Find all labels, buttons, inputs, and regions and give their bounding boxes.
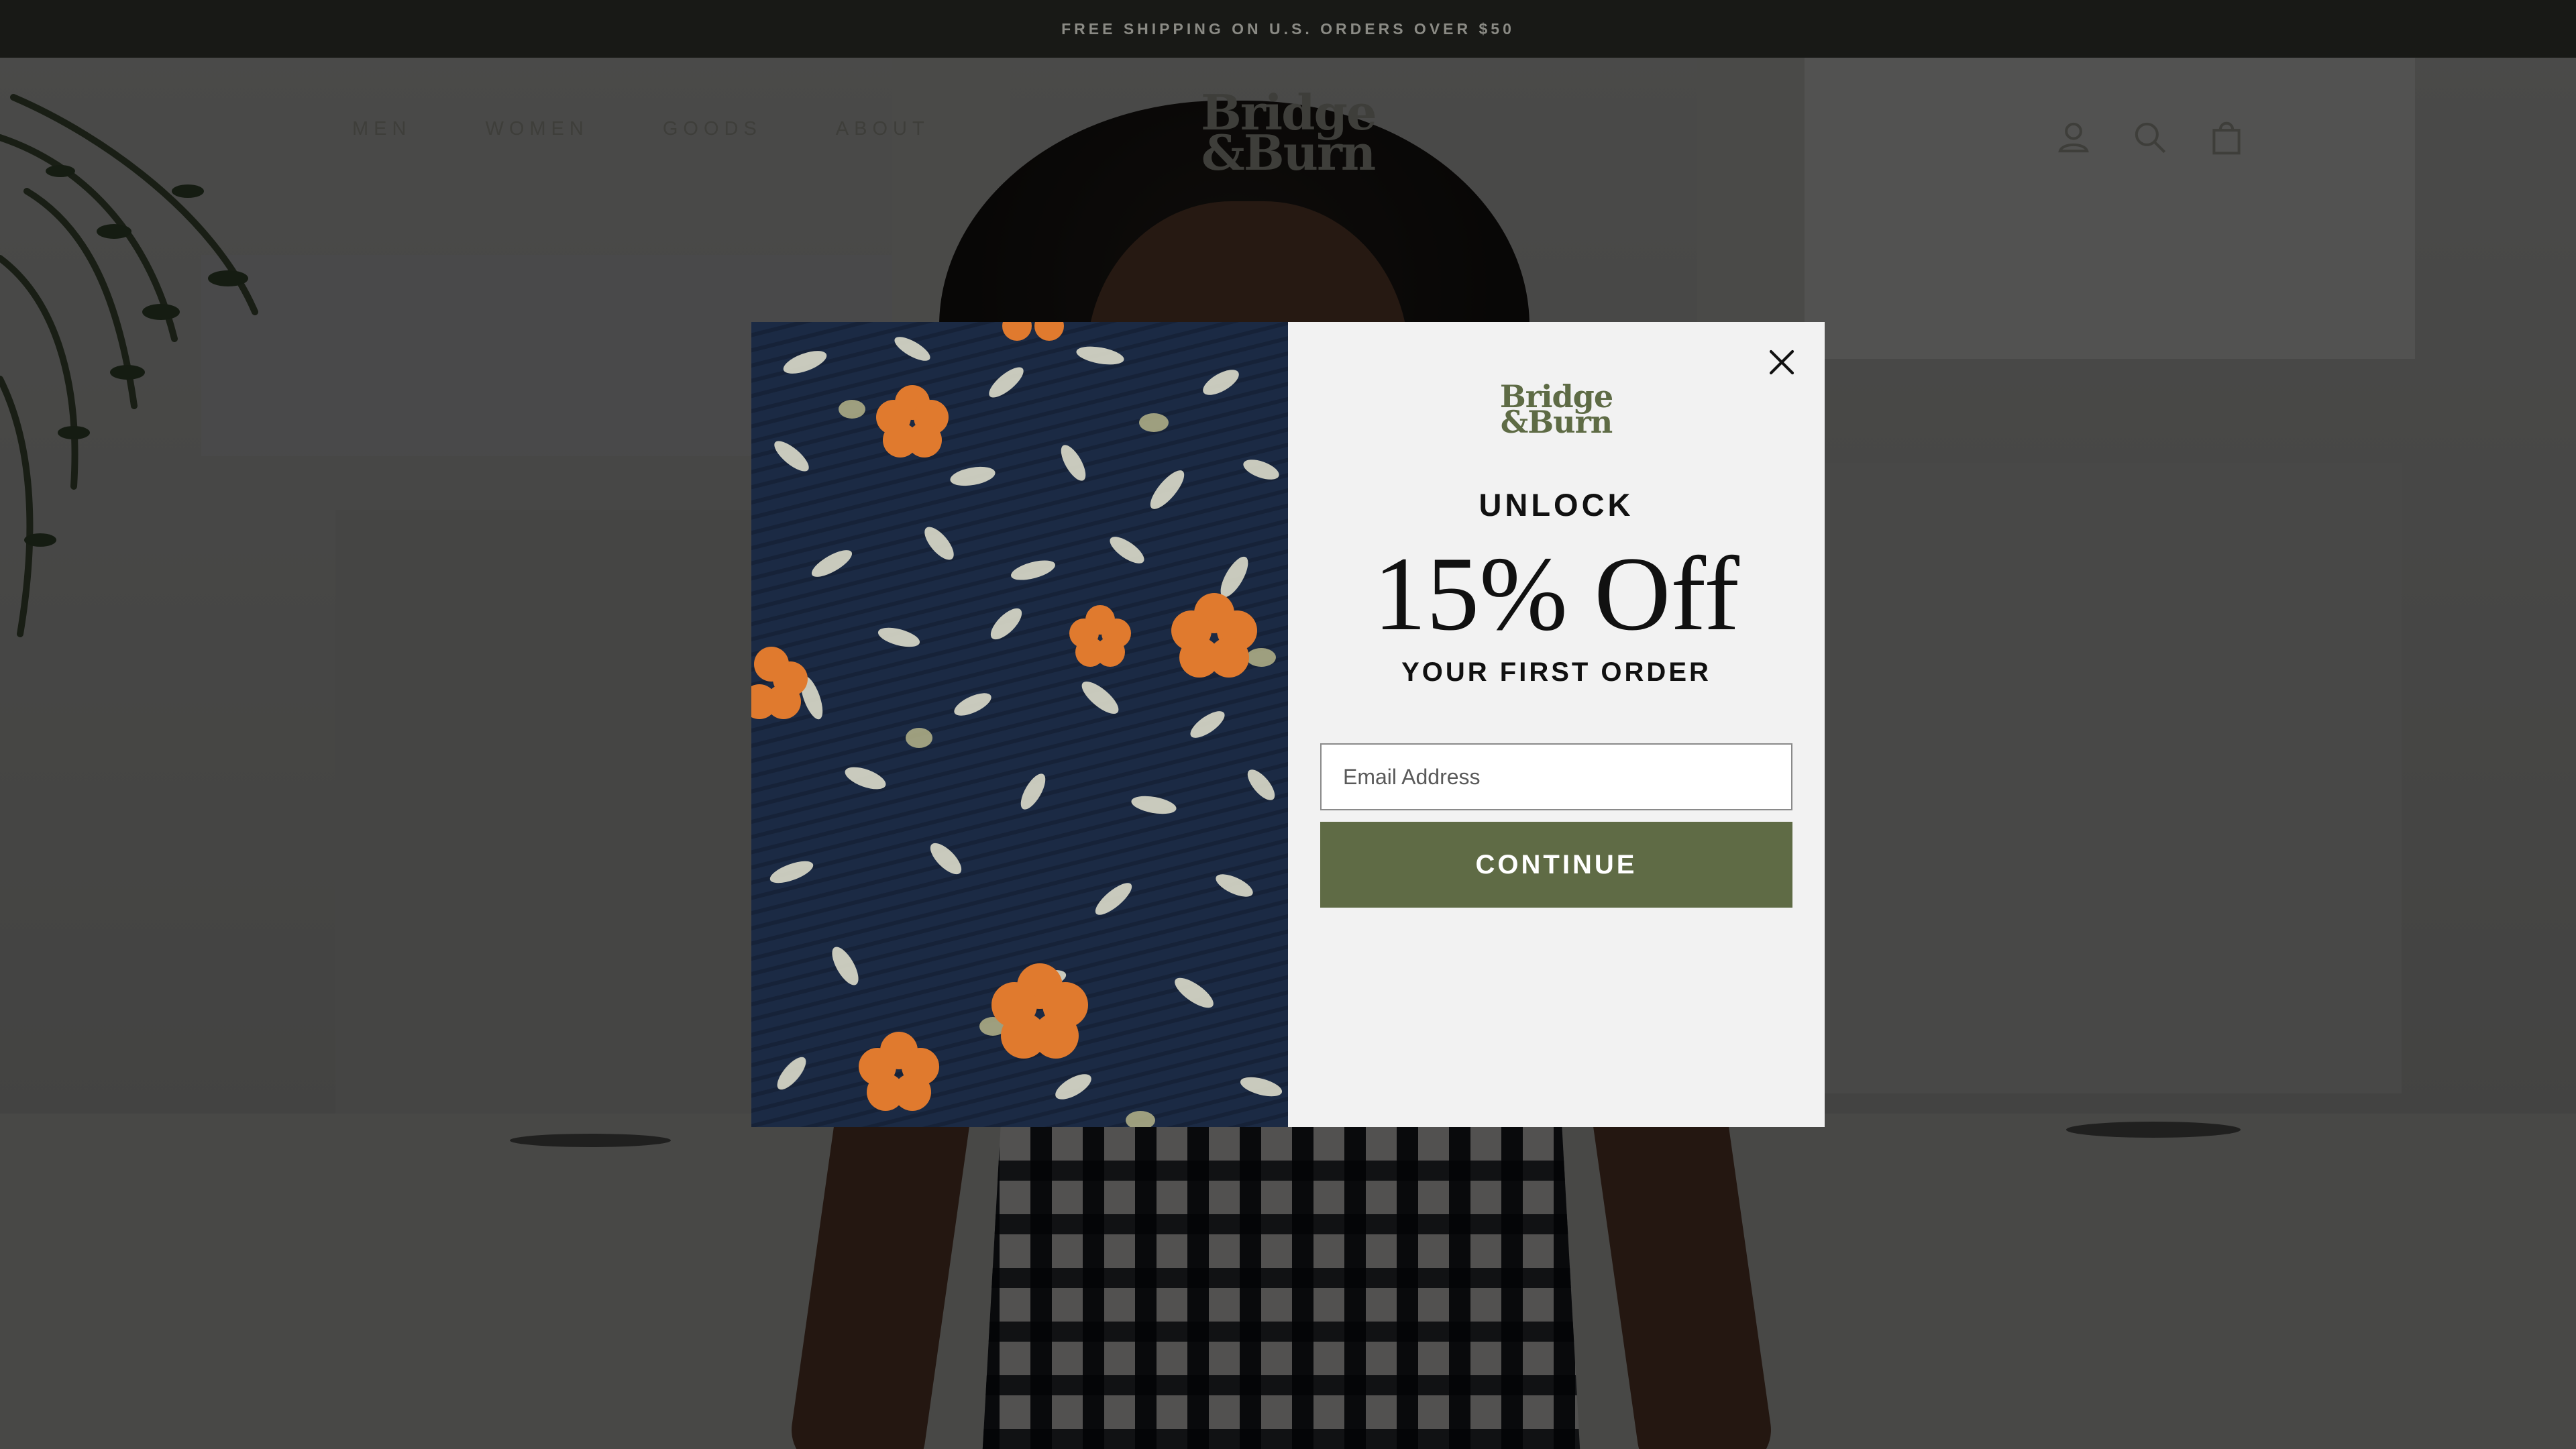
site-logo[interactable]: Bridge &Burn (1201, 89, 1377, 181)
account-icon[interactable] (2053, 117, 2094, 158)
headline-bottom: YOUR FIRST ORDER (1401, 657, 1711, 687)
popup-content: Bridge &Burn UNLOCK 15% Off YOUR FIRST O… (1288, 322, 1825, 1127)
close-icon[interactable] (1760, 341, 1803, 384)
cart-icon[interactable] (2206, 117, 2247, 158)
popup-logo-line-2: &Burn (1500, 404, 1613, 440)
signup-popup: Bridge &Burn UNLOCK 15% Off YOUR FIRST O… (751, 322, 1825, 1127)
announcement-bar: FREE SHIPPING ON U.S. ORDERS OVER $50 (0, 0, 2576, 58)
announcement-text: FREE SHIPPING ON U.S. ORDERS OVER $50 (1061, 19, 1515, 38)
main-nav: MEN WOMEN GOODS ABOUT (352, 118, 930, 140)
fabric-image (751, 322, 1288, 1127)
discount-headline: 15% Off (1373, 535, 1739, 653)
nav-item-women[interactable]: WOMEN (485, 118, 588, 140)
site-header: MEN WOMEN GOODS ABOUT Bridge &Burn (0, 58, 2576, 205)
logo-line-2: &Burn (1201, 124, 1377, 181)
header-icons (2053, 117, 2247, 158)
email-field[interactable] (1320, 743, 1792, 810)
continue-button[interactable]: CONTINUE (1320, 822, 1792, 908)
headline-top: UNLOCK (1479, 487, 1634, 523)
popup-logo: Bridge &Burn (1288, 381, 1825, 440)
nav-item-goods[interactable]: GOODS (663, 118, 762, 140)
nav-item-about[interactable]: ABOUT (836, 118, 930, 140)
floral-fabric-photo (751, 322, 1288, 1127)
search-icon[interactable] (2129, 117, 2171, 158)
nav-item-men[interactable]: MEN (352, 118, 411, 140)
